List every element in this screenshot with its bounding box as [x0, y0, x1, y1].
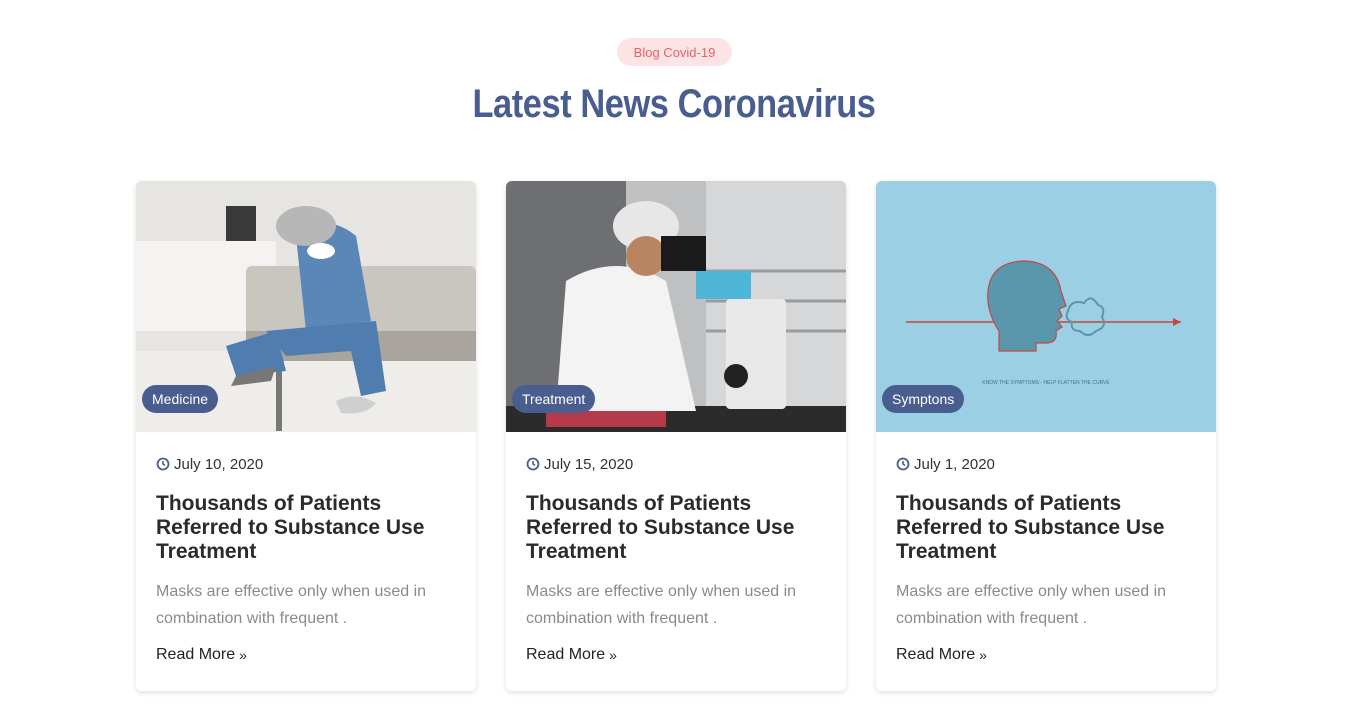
category-badge[interactable]: Symptons: [882, 385, 965, 413]
post-date-text: July 1, 2020: [914, 455, 995, 473]
post-title[interactable]: Thousands of Patients Referred to Substa…: [526, 492, 826, 564]
post-date-text: July 15, 2020: [544, 455, 634, 473]
category-badge[interactable]: Treatment: [512, 385, 596, 413]
clock-icon: [896, 457, 910, 471]
section-title: Latest News Coronavirus: [472, 82, 876, 126]
read-more-label: Read More: [156, 646, 236, 663]
card-image[interactable]: Treatment: [506, 181, 846, 432]
news-card: Medicine July 10, 2020 Thousands of Pati…: [136, 181, 476, 691]
news-card: Treatment July 15, 2020 Thousands of Pat…: [506, 181, 846, 691]
double-chevron-right-icon: »: [609, 647, 617, 663]
read-more-label: Read More: [526, 646, 606, 663]
news-card: KNOW THE SYMPTOMS - HELP FLATTEN THE CUR…: [876, 181, 1216, 691]
read-more-link[interactable]: Read More »: [526, 646, 826, 664]
card-image[interactable]: Medicine: [136, 181, 476, 432]
post-date: July 1, 2020: [896, 454, 1196, 474]
post-excerpt: Masks are effective only when used in co…: [896, 583, 1167, 627]
read-more-link[interactable]: Read More »: [156, 646, 456, 664]
double-chevron-right-icon: »: [979, 647, 987, 663]
double-chevron-right-icon: »: [239, 647, 247, 663]
post-title[interactable]: Thousands of Patients Referred to Substa…: [156, 492, 456, 564]
post-date: July 15, 2020: [526, 454, 826, 474]
category-badge[interactable]: Medicine: [142, 385, 219, 413]
clock-icon: [156, 457, 170, 471]
post-excerpt: Masks are effective only when used in co…: [526, 583, 797, 627]
read-more-label: Read More: [896, 646, 976, 663]
illustration-caption: KNOW THE SYMPTOMS - HELP FLATTEN THE CUR…: [982, 380, 1110, 386]
post-date: July 10, 2020: [156, 454, 456, 474]
read-more-link[interactable]: Read More »: [896, 646, 1196, 664]
post-excerpt: Masks are effective only when used in co…: [156, 583, 427, 627]
post-date-text: July 10, 2020: [174, 455, 264, 473]
section-tag: Blog Covid-19: [617, 38, 732, 66]
post-title[interactable]: Thousands of Patients Referred to Substa…: [896, 492, 1196, 564]
clock-icon: [526, 457, 540, 471]
card-image[interactable]: KNOW THE SYMPTOMS - HELP FLATTEN THE CUR…: [876, 181, 1216, 432]
